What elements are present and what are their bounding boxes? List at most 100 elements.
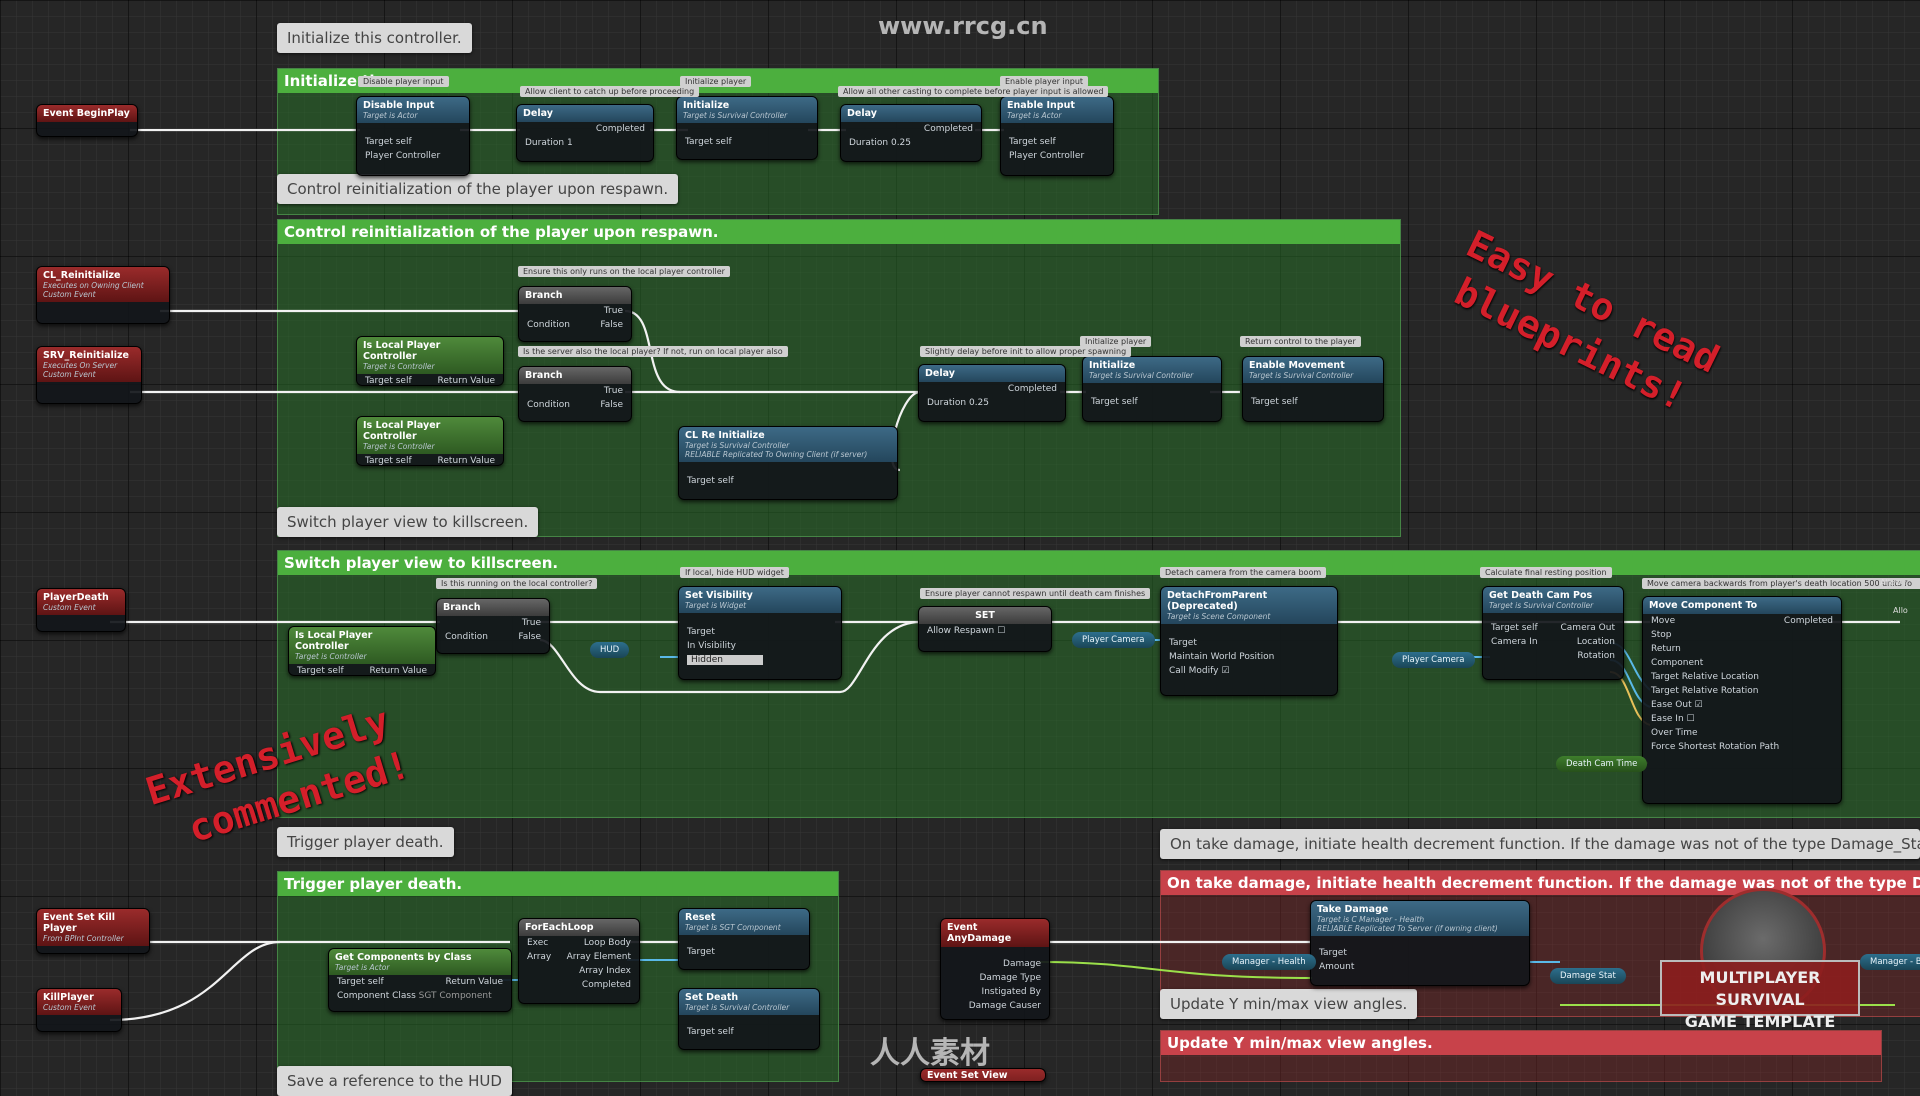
node-event-begin-play[interactable]: Event BeginPlay: [36, 104, 138, 137]
node-title: Event BeginPlay: [37, 105, 137, 122]
logo-banner: MULTIPLAYER SURVIVAL GAME TEMPLATE: [1660, 960, 1860, 1031]
node-set-visibility[interactable]: Set Visibility Target is Widget Target In…: [678, 586, 842, 680]
node-title: CL Re Initialize: [685, 430, 765, 441]
var-player-camera-2[interactable]: Player Camera: [1392, 652, 1475, 668]
pin-value[interactable]: self: [1522, 623, 1538, 633]
pin-value[interactable]: self: [1040, 137, 1056, 147]
var-player-camera-1[interactable]: Player Camera: [1072, 632, 1155, 648]
node-title: PlayerDeath: [43, 592, 109, 603]
pin-value[interactable]: 0.25: [969, 398, 989, 408]
pin-value[interactable]: SGT Component: [419, 991, 492, 1001]
pin-label: Return: [1651, 644, 1681, 654]
pin-value[interactable]: self: [368, 977, 384, 987]
pin-value[interactable]: self: [718, 476, 734, 486]
comment-bubble-reinitialize: Control reinitialization of the player u…: [277, 174, 679, 204]
tag-detach-camera: Detach camera from the camera boom: [1160, 567, 1327, 578]
pin-label: Target: [1251, 397, 1279, 407]
pin-label: Move: [1651, 616, 1676, 626]
node-enable-input[interactable]: Enable Input Target is Actor Target self …: [1000, 96, 1114, 176]
node-delay-2[interactable]: Delay Completed Duration 0.25: [840, 104, 982, 162]
pin-value[interactable]: self: [396, 376, 412, 386]
pin-label: Camera Out: [1560, 623, 1616, 633]
node-event-kill-player[interactable]: KillPlayer Custom Event: [36, 988, 122, 1032]
checkbox[interactable]: ☑: [1694, 700, 1702, 710]
pin-value[interactable]: self: [396, 456, 412, 466]
node-event-cl-reinitialize[interactable]: CL_Reinitialize Executes on Owning Client…: [36, 266, 170, 324]
pin-label: Ease Out: [1651, 700, 1692, 710]
node-subtitle: Target is Survival Controller: [1089, 371, 1194, 380]
node-detach-from-parent[interactable]: DetachFromParent (Deprecated) Target is S…: [1160, 586, 1338, 696]
pin-value[interactable]: self: [1122, 397, 1138, 407]
node-branch-3[interactable]: Branch True Condition False: [436, 598, 550, 654]
node-take-damage[interactable]: Take Damage Target is C Manager - Health R…: [1310, 900, 1530, 986]
node-initialize-1[interactable]: Initialize Target is Survival Controller …: [676, 96, 818, 160]
node-delay-3[interactable]: Delay Completed Duration 0.25: [918, 364, 1066, 422]
pin-value[interactable]: self: [716, 137, 732, 147]
pin-value[interactable]: self: [718, 1027, 734, 1037]
pin-label: Target: [337, 977, 365, 987]
node-is-local-player-2[interactable]: Is Local Player Controller Target is Cont…: [356, 416, 504, 466]
label-allow: Allow r: [1880, 578, 1908, 587]
node-branch-1[interactable]: Branch True Condition False: [518, 286, 632, 342]
pin-value[interactable]: self: [396, 137, 412, 147]
pin-label: Camera In: [1491, 637, 1538, 647]
pin-label: Location: [1576, 637, 1615, 647]
node-is-local-player-1[interactable]: Is Local Player Controller Target is Cont…: [356, 336, 504, 386]
pin-label: Condition: [527, 400, 570, 410]
pin-label: Completed: [1783, 616, 1833, 626]
var-hud[interactable]: HUD: [590, 642, 630, 658]
visibility-dropdown[interactable]: Hidden: [687, 655, 763, 665]
var-manager-health[interactable]: Manager - Health: [1222, 954, 1316, 970]
node-event-srv-reinitialize[interactable]: SRV_Reinitialize Executes On Server Custom…: [36, 346, 142, 404]
node-delay-1[interactable]: Delay Completed Duration 1: [516, 104, 654, 162]
var-damage-stat[interactable]: Damage Stat: [1550, 968, 1626, 984]
pin-value[interactable]: self: [328, 666, 344, 676]
node-disable-input[interactable]: Disable Input Target is Actor Target self…: [356, 96, 470, 176]
checkbox[interactable]: ☐: [997, 626, 1005, 636]
node-get-death-cam-pos[interactable]: Get Death Cam Pos Target is Survival Cont…: [1482, 586, 1624, 680]
node-reset[interactable]: Reset Target is SGT Component Target: [678, 908, 810, 970]
node-event-set-kill-player[interactable]: Event Set Kill Player From BPInt Controll…: [36, 908, 150, 954]
var-manager-b[interactable]: Manager - B: [1860, 954, 1920, 970]
node-move-component-to[interactable]: Move Component To Move Completed Stop Ret…: [1642, 596, 1842, 804]
checkbox[interactable]: ☐: [1687, 714, 1695, 724]
pin-label: Target: [1009, 137, 1037, 147]
node-subtitle: Target is C Manager - Health: [1317, 915, 1425, 924]
node-is-local-player-3[interactable]: Is Local Player Controller Target is Cont…: [288, 626, 436, 676]
node-initialize-2[interactable]: Initialize Target is Survival Controller …: [1082, 356, 1222, 422]
node-subtitle: Target is Survival Controller: [1489, 601, 1594, 610]
pin-value[interactable]: 0.25: [891, 138, 911, 148]
node-enable-movement[interactable]: Enable Movement Target is Survival Contro…: [1242, 356, 1384, 422]
pin-label: Force Shortest Rotation Path: [1651, 742, 1780, 752]
node-get-components-by-class[interactable]: Get Components by Class Target is Actor T…: [328, 948, 512, 1012]
pin-label: Completed: [595, 124, 645, 134]
node-title: SRV_Reinitialize: [43, 350, 129, 361]
node-foreach-loop[interactable]: ForEachLoop Exec Loop Body Array Array Ele…: [518, 918, 640, 1004]
node-event-any-damage[interactable]: Event AnyDamage Damage Damage Type Insti…: [940, 918, 1050, 1020]
comment-bubble-killscreen: Switch player view to killscreen.: [277, 507, 539, 537]
node-cl-re-initialize[interactable]: CL Re Initialize Target is Survival Contr…: [678, 426, 898, 500]
node-set-death[interactable]: Set Death Target is Survival Controller T…: [678, 988, 820, 1050]
node-subtitle: From BPInt Controller: [43, 934, 124, 943]
checkbox[interactable]: ☑: [1221, 666, 1229, 676]
node-branch-2[interactable]: Branch True Condition False: [518, 366, 632, 422]
pin-label: Return Value: [437, 376, 495, 386]
pin-label: Amount: [1319, 962, 1355, 972]
var-death-cam-time[interactable]: Death Cam Time: [1556, 756, 1648, 772]
node-title: Move Component To: [1643, 597, 1841, 614]
pin-label: Call Modify: [1169, 666, 1219, 676]
pin-label: Target: [1169, 638, 1197, 648]
pin-label: Target: [1491, 623, 1519, 633]
node-subtitle: Target is Actor: [1007, 111, 1062, 120]
pin-value[interactable]: 1: [567, 138, 573, 148]
node-title: Enable Movement: [1249, 360, 1345, 371]
comment-box-view-angles[interactable]: Update Y min/max view angles.: [1160, 1030, 1882, 1082]
logo-line: GAME TEMPLATE: [1684, 1012, 1836, 1031]
node-title: DetachFromParent (Deprecated): [1167, 590, 1268, 612]
pin-value[interactable]: self: [1282, 397, 1298, 407]
tag-init-player: Initialize player: [680, 76, 752, 87]
pin-label: True: [603, 306, 623, 316]
node-event-player-death[interactable]: PlayerDeath Custom Event: [36, 588, 126, 632]
node-set-allow-respawn[interactable]: SET Allow Respawn ☐: [918, 606, 1052, 652]
pin-label: Target: [687, 627, 715, 637]
